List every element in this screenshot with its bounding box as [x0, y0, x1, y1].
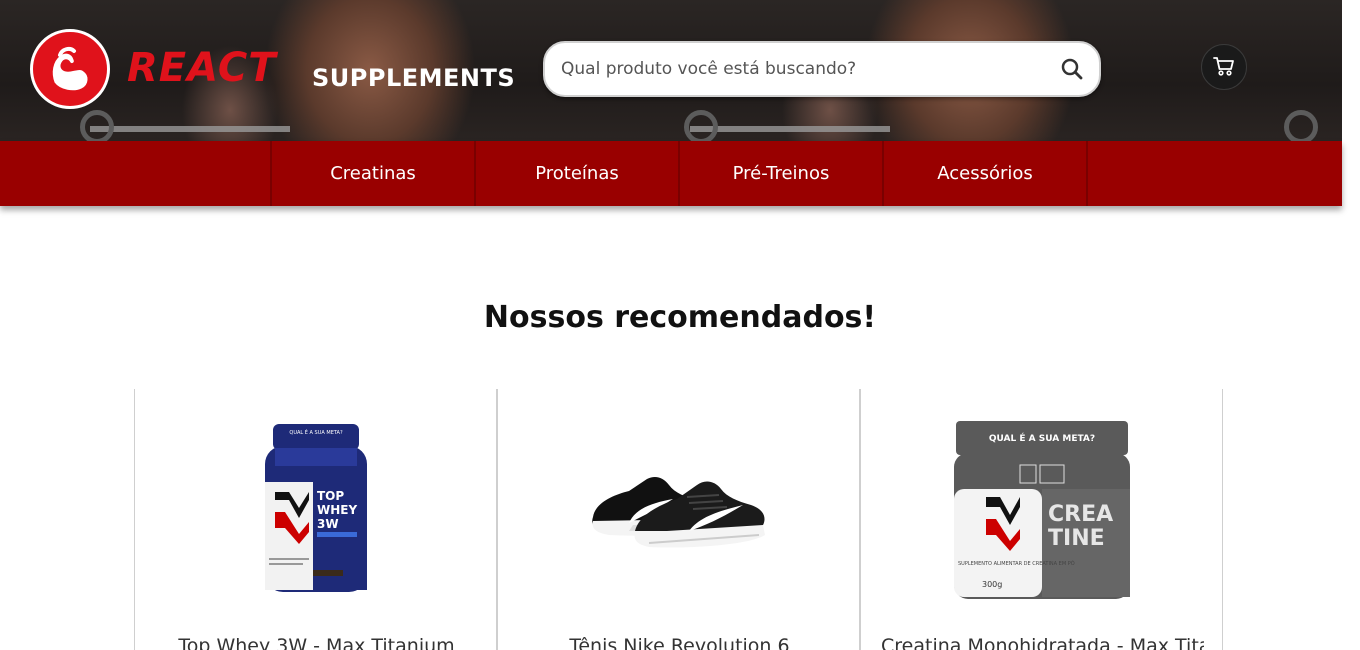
barbell-decoration [690, 126, 890, 132]
product-name[interactable]: Tênis Nike Revolution 6 [518, 635, 841, 650]
product-image[interactable]: QUAL É A SUA META? CREA TINE SUPLEMENTO … [861, 409, 1222, 609]
product-label-text: WHEY [317, 503, 357, 517]
product-image[interactable]: QUAL É A SUA META? TOP WHEY 3W [135, 409, 496, 609]
product-image[interactable] [498, 409, 859, 609]
product-card[interactable]: QUAL É A SUA META? TOP WHEY 3W Top Whey … [134, 389, 497, 650]
product-name[interactable]: Creatina Monohidratada - Max Titanium [881, 635, 1204, 650]
shopping-cart-icon [1212, 54, 1236, 81]
search-input[interactable] [561, 59, 1059, 79]
product-label-text: QUAL É A SUA META? [988, 432, 1094, 444]
weight-plate-decoration [684, 110, 718, 141]
nav-item-proteinas[interactable]: Proteínas [474, 141, 678, 206]
search-bar [543, 41, 1101, 97]
nav-item-acessorios[interactable]: Acessórios [882, 141, 1086, 206]
product-label-text: 3W [317, 517, 339, 531]
product-card[interactable]: QUAL É A SUA META? CREA TINE SUPLEMENTO … [860, 389, 1223, 650]
product-label-text: SUPLEMENTO ALIMENTAR DE CREATINA EM PÓ [958, 560, 1075, 567]
product-label-text: 300g [982, 580, 1002, 589]
product-label-text: QUAL É A SUA META? [289, 428, 343, 436]
brand-name-react[interactable]: REACT [127, 46, 277, 90]
category-nav: Creatinas Proteínas Pré-Treinos Acessóri… [0, 141, 1342, 206]
product-name[interactable]: Top Whey 3W - Max Titanium [155, 635, 478, 650]
search-icon[interactable] [1059, 56, 1085, 82]
section-title: Nossos recomendados! [483, 300, 877, 335]
product-label-text: TINE [1048, 526, 1105, 551]
product-label-text: TOP [317, 489, 344, 503]
brand-name-supplements[interactable]: SUPPLEMENTS [312, 64, 515, 92]
product-card[interactable]: Tênis Nike Revolution 6 [497, 389, 860, 650]
logo-icon[interactable] [30, 29, 110, 109]
weight-plate-decoration [80, 110, 114, 141]
site-header: REACT SUPPLEMENTS [0, 0, 1342, 141]
nav-item-creatinas[interactable]: Creatinas [270, 141, 474, 206]
nav-divider [1086, 141, 1088, 206]
cart-button[interactable] [1201, 44, 1247, 90]
nav-item-pre-treinos[interactable]: Pré-Treinos [678, 141, 882, 206]
weight-plate-decoration [1284, 110, 1318, 141]
barbell-decoration [90, 126, 290, 132]
product-label-text: CREA [1048, 502, 1113, 527]
